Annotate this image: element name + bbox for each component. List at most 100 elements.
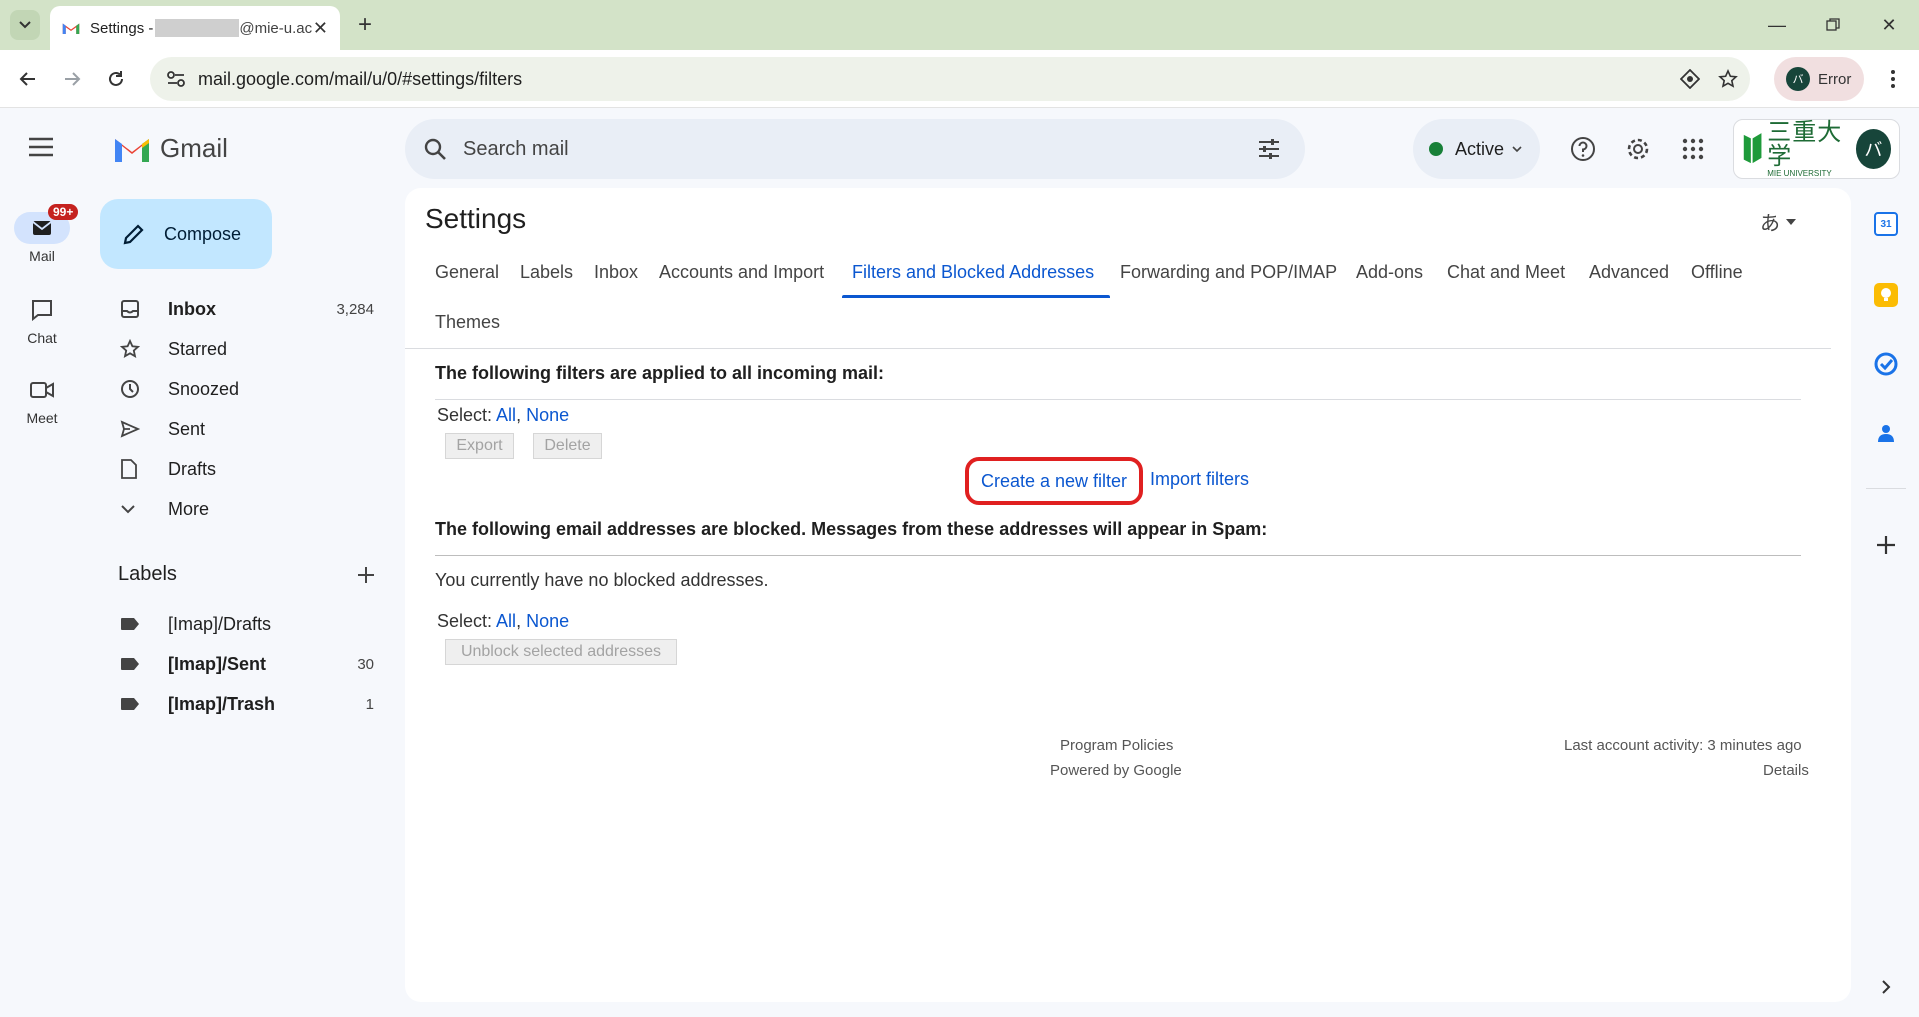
- tab-add-ons[interactable]: Add-ons: [1356, 262, 1423, 292]
- label-name: [Imap]/Drafts: [168, 613, 272, 634]
- keep-icon[interactable]: [1874, 283, 1898, 307]
- chat-icon: [32, 300, 52, 321]
- show-side-panel-button[interactable]: [1880, 979, 1892, 995]
- nav-snoozed-label: Snoozed: [168, 378, 240, 399]
- filters-heading: The following filters are applied to all…: [435, 363, 885, 383]
- search-options-icon[interactable]: [1257, 137, 1281, 161]
- profile-button[interactable]: バ Error: [1774, 57, 1864, 101]
- back-button[interactable]: [12, 63, 44, 95]
- tab-search-button[interactable]: [10, 10, 40, 40]
- org-logo-text: 三重大学: [1767, 118, 1843, 170]
- main-menu-button[interactable]: [28, 137, 54, 157]
- select-none-link[interactable]: None: [526, 611, 569, 631]
- person-icon: [1878, 425, 1894, 442]
- forward-button[interactable]: [56, 63, 88, 95]
- export-button[interactable]: Export: [445, 433, 514, 459]
- help-icon: [1571, 137, 1595, 161]
- extension-icon[interactable]: [1680, 69, 1700, 89]
- reload-icon: [109, 71, 123, 86]
- tab-forwarding-and-pop-imap[interactable]: Forwarding and POP/IMAP: [1120, 262, 1337, 292]
- mail-icon: [32, 221, 52, 235]
- status-dropdown[interactable]: Active: [1413, 119, 1540, 179]
- restore-icon: [1826, 18, 1840, 31]
- browser-menu-button[interactable]: [1877, 63, 1909, 95]
- label-imap-trash[interactable]: [Imap]/Trash 1: [84, 684, 400, 724]
- nav-sent[interactable]: Sent: [84, 409, 400, 449]
- input-tools-button[interactable]: あ: [1760, 207, 1796, 236]
- delete-button[interactable]: Delete: [533, 433, 602, 459]
- bookmark-star-icon[interactable]: [1718, 69, 1738, 89]
- contacts-icon[interactable]: [1874, 421, 1898, 445]
- activity-details-link[interactable]: Details: [1763, 762, 1809, 779]
- close-tab-icon[interactable]: ✕: [313, 18, 328, 39]
- gmail-logo[interactable]: Gmail: [112, 133, 228, 164]
- google-apps-button[interactable]: [1674, 130, 1712, 168]
- nav-snoozed[interactable]: Snoozed: [84, 369, 400, 409]
- video-camera-icon: [30, 382, 54, 398]
- draft-file-icon: [121, 459, 137, 479]
- rail-mail[interactable]: 99+ Mail: [0, 204, 84, 264]
- last-activity-text: Last account activity: 3 minutes ago: [1564, 737, 1802, 754]
- create-label-button[interactable]: [356, 565, 376, 585]
- account-button[interactable]: 三重大学 MIE UNIVERSITY バ: [1733, 119, 1900, 179]
- browser-tab-active[interactable]: Settings - @mie-u.ac ✕: [50, 6, 340, 50]
- nav-inbox[interactable]: Inbox 3,284: [84, 289, 400, 329]
- org-logo-subtext: MIE UNIVERSITY: [1767, 169, 1832, 178]
- get-addons-button[interactable]: [1876, 535, 1896, 555]
- search-bar[interactable]: Search mail: [405, 119, 1305, 179]
- unblock-selected-button[interactable]: Unblock selected addresses: [445, 639, 677, 665]
- select-none-link[interactable]: None: [526, 405, 569, 425]
- minimize-window-button[interactable]: —: [1762, 12, 1792, 38]
- restore-window-button[interactable]: [1818, 12, 1848, 38]
- compose-button[interactable]: Compose: [100, 199, 272, 269]
- tab-chat-and-meet[interactable]: Chat and Meet: [1447, 262, 1565, 292]
- label-imap-drafts[interactable]: [Imap]/Drafts: [84, 604, 400, 644]
- calendar-icon[interactable]: 31: [1874, 212, 1898, 236]
- plus-icon: [358, 567, 374, 583]
- program-policies-link[interactable]: Program Policies: [1060, 737, 1173, 754]
- settings-panel: [405, 188, 1851, 1002]
- create-new-filter-link[interactable]: Create a new filter: [965, 457, 1143, 505]
- import-filters-link[interactable]: Import filters: [1150, 469, 1249, 490]
- tab-offline[interactable]: Offline: [1691, 262, 1743, 292]
- no-blocked-text: You currently have no blocked addresses.: [435, 570, 769, 590]
- hamburger-menu-icon: [29, 137, 53, 157]
- nav-drafts[interactable]: Drafts: [84, 449, 400, 489]
- rail-chat[interactable]: Chat: [0, 294, 84, 346]
- tab-general[interactable]: General: [435, 262, 499, 292]
- label-name: [Imap]/Trash: [168, 693, 276, 714]
- tab-accounts-and-import[interactable]: Accounts and Import: [659, 262, 824, 292]
- more-vert-icon: [1891, 70, 1895, 88]
- tab-labels[interactable]: Labels: [520, 262, 573, 292]
- nav-inbox-label: Inbox: [168, 298, 216, 319]
- nav-more-label: More: [168, 498, 210, 519]
- reload-button[interactable]: [100, 63, 132, 95]
- search-icon[interactable]: [423, 137, 447, 161]
- label-imap-sent[interactable]: [Imap]/Sent 30: [84, 644, 400, 684]
- url-text: mail.google.com/mail/u/0/#settings/filte…: [198, 68, 523, 89]
- filters-select-row: Select: All, None: [437, 405, 570, 425]
- chevron-down-icon: [121, 505, 135, 514]
- tab-inbox[interactable]: Inbox: [594, 262, 638, 292]
- tab-themes[interactable]: Themes: [435, 312, 500, 342]
- select-all-link[interactable]: All: [496, 405, 516, 425]
- support-button[interactable]: [1564, 130, 1602, 168]
- blocked-divider: [435, 555, 1801, 556]
- nav-starred[interactable]: Starred: [84, 329, 400, 369]
- nav-more[interactable]: More: [84, 489, 400, 529]
- site-info-icon[interactable]: [166, 70, 186, 88]
- tasks-icon[interactable]: [1874, 352, 1898, 376]
- chevron-down-icon: [19, 21, 31, 29]
- tab-advanced[interactable]: Advanced: [1589, 262, 1669, 292]
- send-icon: [120, 420, 140, 438]
- rail-chat-label: Chat: [27, 330, 57, 346]
- close-window-button[interactable]: ✕: [1874, 12, 1904, 38]
- rail-meet[interactable]: Meet: [0, 374, 84, 426]
- select-all-link[interactable]: All: [496, 611, 516, 631]
- address-bar[interactable]: mail.google.com/mail/u/0/#settings/filte…: [150, 57, 1750, 101]
- apps-grid-icon: [1682, 138, 1704, 160]
- browser-toolbar: mail.google.com/mail/u/0/#settings/filte…: [0, 50, 1919, 108]
- tab-filters-and-blocked-addresses[interactable]: Filters and Blocked Addresses: [852, 262, 1094, 292]
- settings-button[interactable]: [1619, 130, 1657, 168]
- new-tab-button[interactable]: +: [352, 11, 378, 38]
